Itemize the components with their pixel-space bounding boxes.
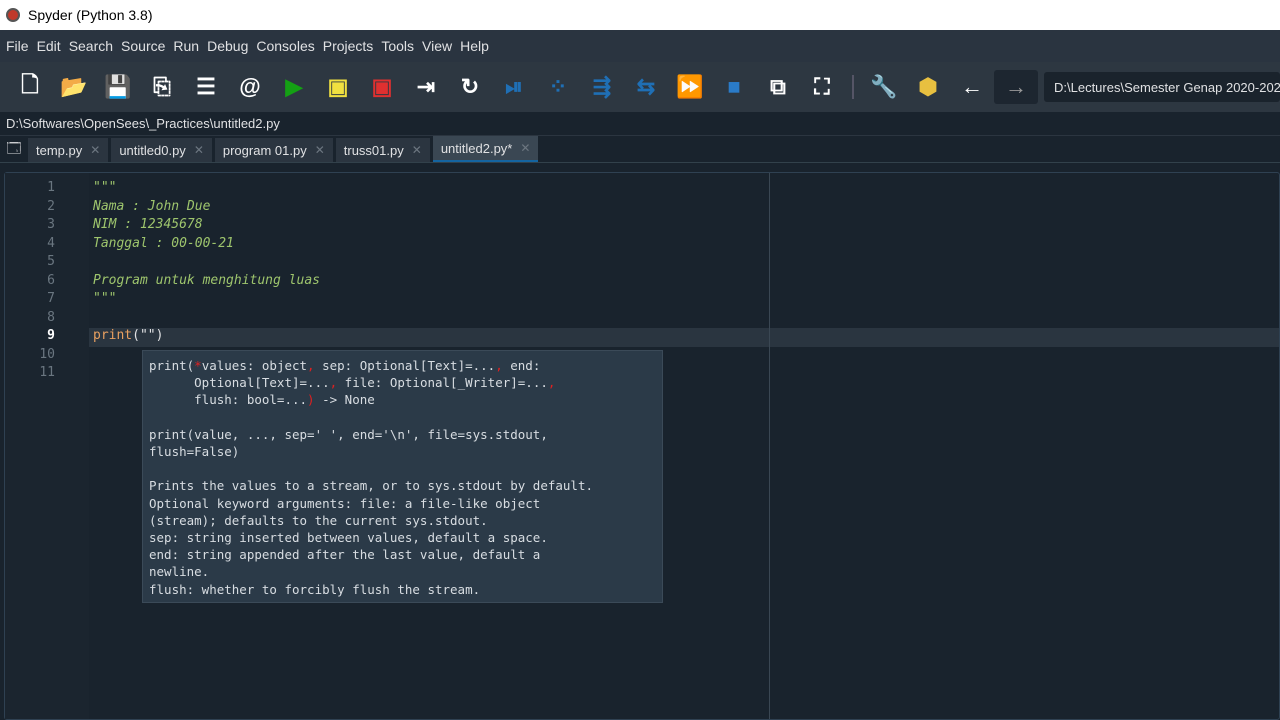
menu-bar: File Edit Search Source Run Debug Consoles Proj… — [0, 30, 1280, 62]
calltip-sep: * — [194, 358, 202, 373]
code-line: """ — [93, 180, 117, 195]
calltip-param: sep: Optional[Text]=... — [314, 358, 496, 373]
debug-continue-icon[interactable]: ⏩ — [668, 70, 712, 104]
main-toolbar: 🗋 📂 💾 ⎘ ☰ @ ▶ ▣ ▣ ⇥ ↻ ⏯ ⁘ ⇶ ⇆ ⏩ ■ ⧉ ⛶ 🔧 ⬢ ← → D:\Lectures\Semes… — [0, 62, 1280, 112]
debug-icon[interactable]: ⏯ — [492, 70, 536, 104]
toolbar-separator — [852, 75, 854, 99]
menu-run[interactable]: Run — [173, 38, 199, 54]
back-arrow-icon[interactable]: ← — [950, 70, 994, 104]
tab-close-icon[interactable]: ✕ — [520, 141, 530, 155]
python-path-icon[interactable]: ⬢ — [906, 70, 950, 104]
debug-step-icon[interactable]: ⁘ — [536, 70, 580, 104]
working-directory-field[interactable]: D:\Lectures\Semester Genap 2020-2021\ — [1044, 72, 1280, 102]
window-title: Spyder (Python 3.8) — [28, 7, 153, 23]
tab-label: untitled2.py* — [440, 140, 513, 156]
fullscreen-icon[interactable]: ⛶ — [800, 70, 844, 104]
tab-label: temp.py — [36, 142, 83, 158]
menu-help[interactable]: Help — [460, 38, 489, 54]
line-number: 10 — [39, 346, 55, 362]
line-number: 8 — [47, 309, 55, 325]
code-line: NIM : 12345678 — [93, 217, 203, 232]
menu-projects[interactable]: Projects — [323, 38, 374, 54]
menu-tools[interactable]: Tools — [381, 38, 414, 54]
calltip-func: print( — [149, 358, 195, 373]
calltip-sep: ) — [307, 392, 315, 408]
tab-program-01-py[interactable]: program 01.py ✕ — [214, 138, 333, 162]
tab-truss01-py[interactable]: truss01.py ✕ — [335, 138, 430, 162]
menu-view[interactable]: View — [422, 38, 452, 54]
title-bar: Spyder (Python 3.8) — [0, 0, 1280, 30]
code-line-9: print("") — [93, 328, 163, 343]
calltip-sep: , — [307, 358, 315, 373]
save-all-icon[interactable]: ⎘ — [140, 70, 184, 104]
forward-arrow-icon[interactable]: → — [994, 70, 1038, 104]
open-folder-icon[interactable]: 📂 — [52, 70, 96, 104]
tab-close-icon[interactable]: ✕ — [412, 143, 422, 157]
run-selection-icon[interactable]: ⇥ — [404, 70, 448, 104]
outline-list-icon[interactable]: ☰ — [184, 70, 228, 104]
new-file-icon[interactable]: 🗋 — [8, 70, 52, 104]
current-line-highlight — [89, 328, 1279, 347]
browse-tabs-icon[interactable]: 🗔 — [0, 138, 28, 162]
tab-temp-py[interactable]: temp.py ✕ — [28, 138, 109, 162]
calltip-param: flush: bool=... — [194, 392, 308, 408]
line-number: 9 — [47, 328, 55, 343]
calltip-sep: , — [495, 358, 503, 373]
menu-file[interactable]: File — [6, 38, 29, 54]
menu-debug[interactable]: Debug — [207, 38, 248, 54]
calltip-return: -> None — [314, 392, 375, 408]
run-cell-icon[interactable]: ▣ — [316, 70, 360, 104]
edge-line — [769, 173, 770, 719]
menu-consoles[interactable]: Consoles — [256, 38, 314, 54]
at-icon[interactable]: @ — [228, 70, 272, 104]
tab-close-icon[interactable]: ✕ — [90, 143, 100, 157]
run-cell-advance-icon[interactable]: ▣ — [360, 70, 404, 104]
code-editor[interactable]: 1 2 3 4 5 6 7 8 9 10 11 print(*values: object, sep… — [4, 172, 1280, 720]
save-icon[interactable]: 💾 — [96, 70, 140, 104]
calltip-param: file: Optional[_Writer]=... — [337, 375, 548, 391]
maximize-pane-icon[interactable]: ⧉ — [756, 70, 800, 104]
calltip-doc: print(value, ..., sep=' ', end='\n', fil… — [149, 426, 594, 597]
tab-label: program 01.py — [222, 142, 307, 158]
line-number: 7 — [47, 291, 55, 306]
code-line: Tanggal : 00-00-21 — [93, 235, 234, 251]
calltip-popup: print(*values: object, sep: Optional[Tex… — [142, 350, 663, 603]
tab-close-icon[interactable]: ✕ — [315, 143, 325, 157]
code-line: Program untuk menghitung luas — [93, 272, 320, 288]
line-number: 5 — [47, 254, 55, 269]
tab-label: untitled0.py — [119, 142, 186, 158]
code-args: ("") — [132, 328, 164, 343]
line-number-gutter: 1 2 3 4 5 6 7 8 9 10 11 — [5, 173, 89, 719]
line-number: 1 — [47, 180, 55, 195]
line-number: 11 — [39, 365, 55, 380]
menu-edit[interactable]: Edit — [37, 38, 61, 54]
rerun-icon[interactable]: ↻ — [448, 70, 492, 104]
run-icon[interactable]: ▶ — [272, 70, 316, 104]
editor-tabs: 🗔 temp.py ✕ untitled0.py ✕ program 01.py ✕ tru… — [0, 136, 1280, 163]
code-func-print: print — [93, 328, 133, 343]
tab-untitled2-py-[interactable]: untitled2.py* ✕ — [432, 136, 539, 162]
code-line: """ — [93, 291, 117, 306]
tab-label: truss01.py — [343, 142, 404, 158]
line-number: 2 — [47, 198, 55, 214]
line-number: 4 — [47, 235, 55, 251]
calltip-sep: , — [547, 375, 556, 391]
code-line: Nama : John Due — [93, 198, 211, 214]
preferences-wrench-icon[interactable]: 🔧 — [862, 70, 906, 104]
debug-stop-icon[interactable]: ■ — [712, 70, 756, 104]
line-number: 3 — [47, 217, 55, 232]
spyder-logo-icon — [6, 8, 20, 22]
debug-step-into-icon[interactable]: ⇶ — [580, 70, 624, 104]
menu-source[interactable]: Source — [121, 38, 165, 54]
file-path-label: D:\Softwares\OpenSees\_Practices\untitle… — [0, 112, 1280, 136]
calltip-param: values: object — [201, 358, 308, 373]
tab-close-icon[interactable]: ✕ — [194, 143, 204, 157]
line-number: 6 — [47, 272, 55, 288]
menu-search[interactable]: Search — [69, 38, 113, 54]
tab-untitled0-py[interactable]: untitled0.py ✕ — [111, 138, 212, 162]
debug-step-return-icon[interactable]: ⇆ — [624, 70, 668, 104]
